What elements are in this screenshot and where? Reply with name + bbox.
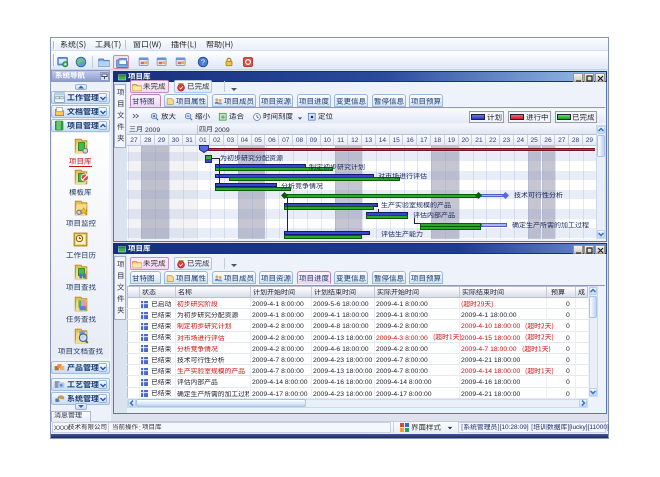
svg-text:?: ? [201,57,205,66]
